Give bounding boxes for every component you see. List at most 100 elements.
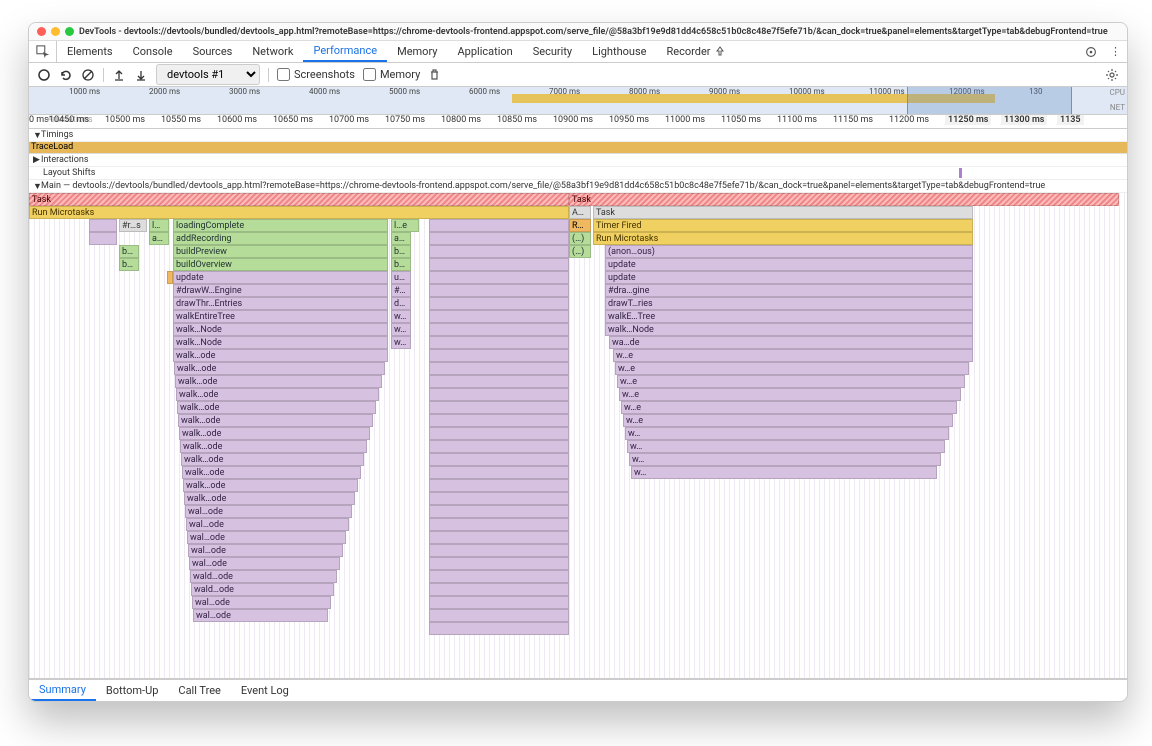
- tab-recorder[interactable]: Recorder: [656, 41, 735, 62]
- flame-entry[interactable]: #…: [391, 284, 411, 297]
- flame-entry[interactable]: wa…de: [609, 336, 973, 349]
- bg[interactable]: [429, 544, 569, 557]
- flame-entry[interactable]: walkE…Tree: [605, 310, 973, 323]
- time-ruler[interactable]: 0 ms Animations 10450 ms10500 ms10550 ms…: [29, 115, 1127, 129]
- bg[interactable]: [429, 258, 569, 271]
- bg[interactable]: [429, 401, 569, 414]
- bg[interactable]: [429, 297, 569, 310]
- flame-entry[interactable]: w…e: [615, 362, 969, 375]
- flame-entry[interactable]: A…: [569, 206, 591, 219]
- flame-entry[interactable]: w…: [627, 440, 945, 453]
- bg[interactable]: [429, 492, 569, 505]
- flame-entry[interactable]: walk…ode: [174, 362, 385, 375]
- inspect-icon[interactable]: [29, 41, 57, 62]
- flame-entry[interactable]: walk…ode: [183, 479, 358, 492]
- flame-entry[interactable]: wal…ode: [192, 596, 331, 609]
- flame-entry[interactable]: loadingComplete: [173, 219, 388, 232]
- flame-entry[interactable]: u…: [391, 271, 411, 284]
- bg[interactable]: [429, 479, 569, 492]
- flame-entry[interactable]: [89, 219, 117, 232]
- record-icon[interactable]: [37, 68, 51, 82]
- settings-gear-icon[interactable]: [1105, 68, 1119, 82]
- flame-entry[interactable]: walk…ode: [173, 349, 388, 362]
- bg[interactable]: [429, 427, 569, 440]
- bg[interactable]: [429, 362, 569, 375]
- flame-entry[interactable]: w…e: [621, 401, 957, 414]
- bg[interactable]: [429, 336, 569, 349]
- flame-entry[interactable]: addRecording: [173, 232, 388, 245]
- flame-entry[interactable]: walk…Node: [173, 323, 388, 336]
- flame-entry[interactable]: w…: [629, 453, 941, 466]
- flame-entry[interactable]: wald…ode: [190, 570, 337, 583]
- flame-entry[interactable]: b…: [391, 245, 411, 258]
- details-tab-call-tree[interactable]: Call Tree: [168, 680, 230, 701]
- tab-memory[interactable]: Memory: [387, 41, 447, 62]
- flame-entry[interactable]: [89, 232, 117, 245]
- flame-entry[interactable]: #dra…gine: [605, 284, 973, 297]
- flame-entry[interactable]: buildPreview: [173, 245, 388, 258]
- flame-entry[interactable]: l…: [149, 219, 169, 232]
- download-icon[interactable]: [134, 68, 148, 82]
- task[interactable]: Task: [29, 193, 569, 206]
- bg[interactable]: [429, 622, 569, 635]
- bg[interactable]: [429, 323, 569, 336]
- flame-entry[interactable]: walk…Node: [173, 336, 388, 349]
- clear-icon[interactable]: [81, 68, 95, 82]
- flame-entry[interactable]: buildOverview: [173, 258, 388, 271]
- details-tab-bottom-up[interactable]: Bottom-Up: [96, 680, 169, 701]
- timings-section[interactable]: ▼Timings: [29, 129, 1127, 142]
- bg[interactable]: [429, 596, 569, 609]
- reload-record-icon[interactable]: [59, 68, 73, 82]
- tab-sources[interactable]: Sources: [183, 41, 243, 62]
- flame-entry[interactable]: (…): [569, 245, 591, 258]
- bg[interactable]: [429, 388, 569, 401]
- flame-entry[interactable]: w…e: [619, 388, 961, 401]
- flame-entry[interactable]: w…: [625, 427, 949, 440]
- flame-entry[interactable]: Timer Fired: [593, 219, 973, 232]
- flame-entry[interactable]: walk…ode: [180, 440, 367, 453]
- flame-entry[interactable]: w…e: [617, 375, 965, 388]
- flame-entry[interactable]: walk…ode: [182, 466, 361, 479]
- tab-console[interactable]: Console: [123, 41, 183, 62]
- flame-entry[interactable]: wal…ode: [186, 518, 349, 531]
- bg[interactable]: [429, 245, 569, 258]
- flame-entry[interactable]: R…: [569, 219, 591, 232]
- close-icon[interactable]: [37, 27, 46, 36]
- bg[interactable]: [429, 609, 569, 622]
- bg[interactable]: [429, 440, 569, 453]
- tab-performance[interactable]: Performance: [303, 41, 387, 62]
- bg[interactable]: [429, 557, 569, 570]
- flame-entry[interactable]: walk…ode: [176, 388, 379, 401]
- details-tab-summary[interactable]: Summary: [29, 680, 96, 701]
- more-icon[interactable]: ⋮: [1104, 41, 1127, 62]
- bg[interactable]: [429, 310, 569, 323]
- layoutshifts-section[interactable]: Layout Shifts: [29, 167, 1127, 180]
- task[interactable]: Task: [569, 193, 1119, 206]
- flame-entry[interactable]: walk…ode: [179, 427, 370, 440]
- bg[interactable]: [429, 466, 569, 479]
- flame-entry[interactable]: walk…ode: [181, 453, 364, 466]
- flame-entry[interactable]: a…: [391, 232, 411, 245]
- flame-entry[interactable]: walk…ode: [177, 401, 376, 414]
- flame-entry[interactable]: d…: [391, 297, 411, 310]
- flame-entry[interactable]: Run Microtasks: [593, 232, 973, 245]
- flame-entry[interactable]: l…e: [391, 219, 419, 232]
- flame-entry[interactable]: wald…ode: [191, 583, 334, 596]
- bg[interactable]: [429, 570, 569, 583]
- bg[interactable]: [429, 271, 569, 284]
- flame-entry[interactable]: #drawW…Engine: [173, 284, 388, 297]
- flame-entry[interactable]: wal…ode: [189, 557, 340, 570]
- tab-application[interactable]: Application: [447, 41, 522, 62]
- tab-elements[interactable]: Elements: [57, 41, 123, 62]
- upload-icon[interactable]: [112, 68, 126, 82]
- tab-lighthouse[interactable]: Lighthouse: [582, 41, 656, 62]
- tab-security[interactable]: Security: [523, 41, 582, 62]
- flame-entry[interactable]: (anon…ous): [605, 245, 973, 258]
- bg[interactable]: [429, 518, 569, 531]
- bg[interactable]: [429, 349, 569, 362]
- flame-entry[interactable]: wal…ode: [193, 609, 328, 622]
- tab-network[interactable]: Network: [242, 41, 303, 62]
- flame-entry[interactable]: walkEntireTree: [173, 310, 388, 323]
- bg[interactable]: [429, 453, 569, 466]
- flame-entry[interactable]: wal…ode: [187, 531, 346, 544]
